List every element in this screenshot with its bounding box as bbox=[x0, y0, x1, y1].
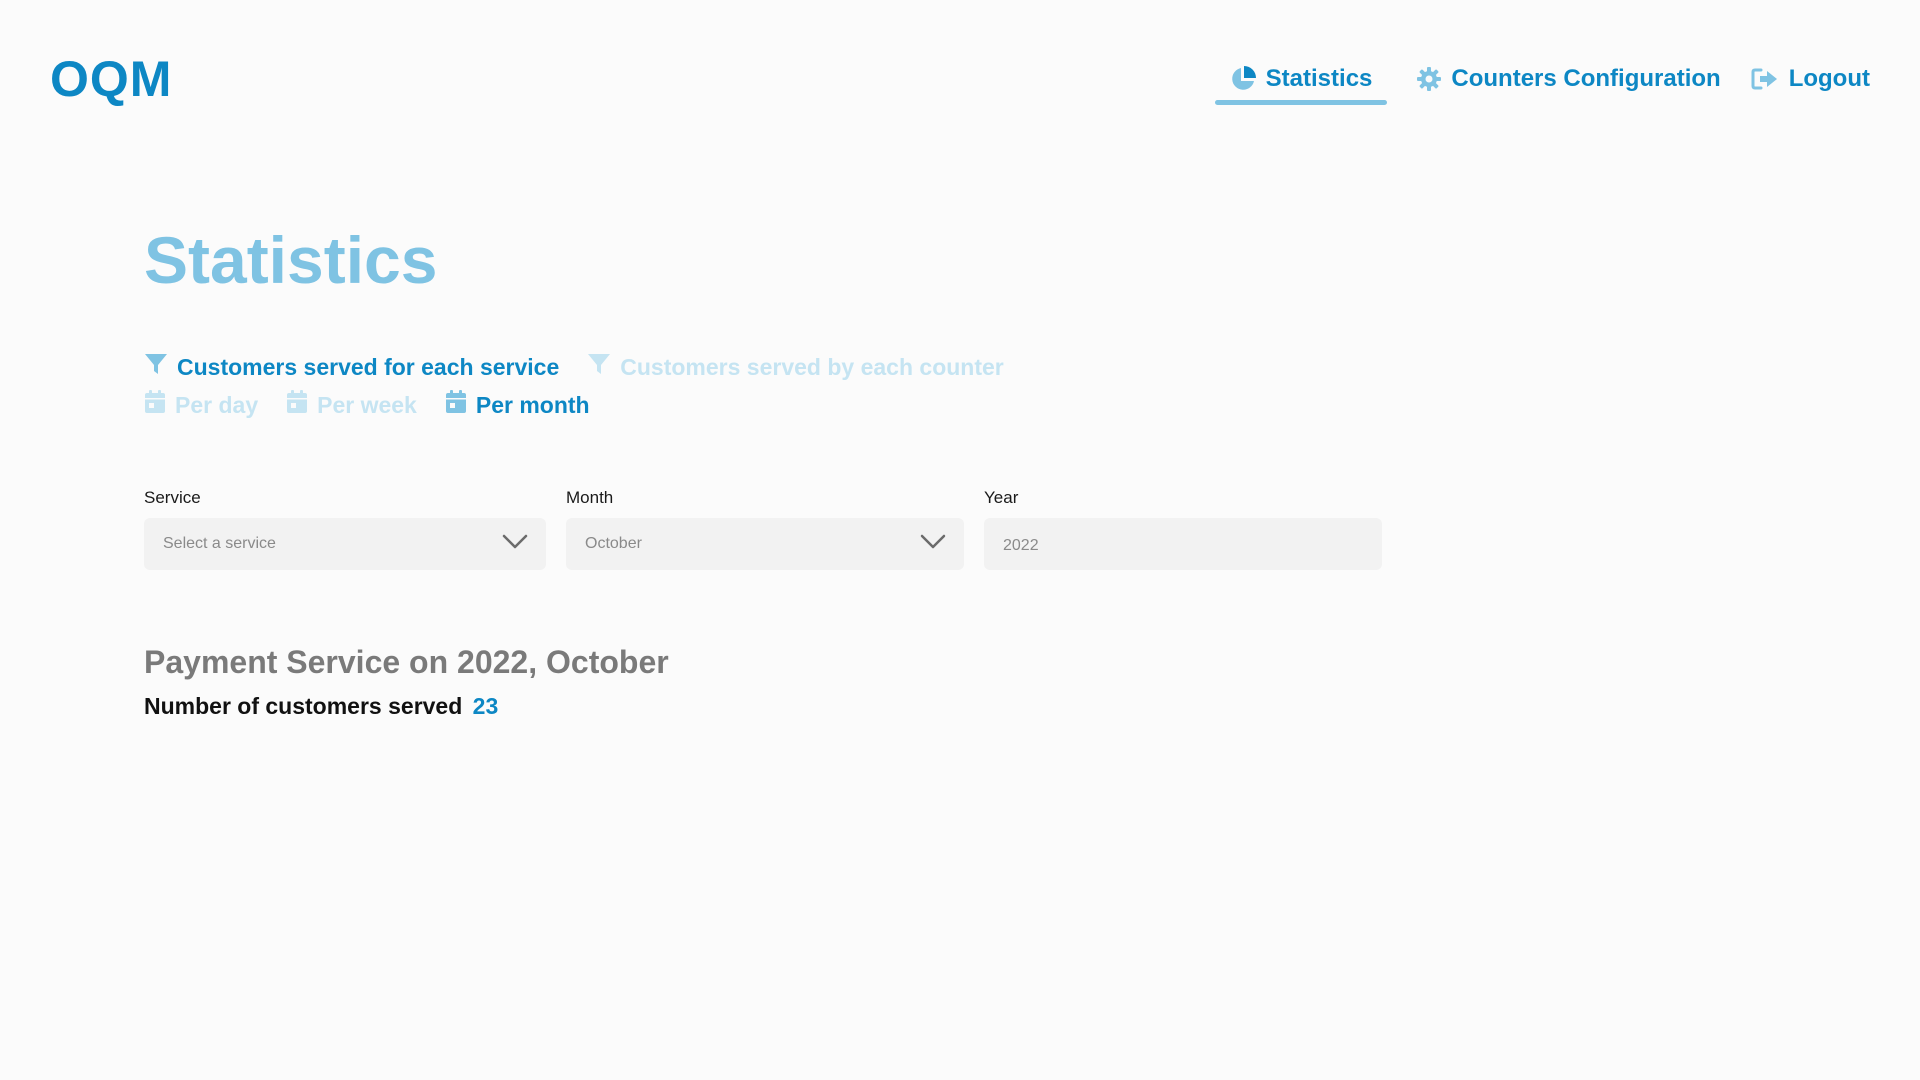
nav-statistics[interactable]: Statistics bbox=[1214, 60, 1388, 105]
tab-customers-by-counter-label: Customers served by each counter bbox=[620, 353, 1004, 380]
result-count-value: 23 bbox=[472, 693, 499, 719]
tab-per-day-label: Per day bbox=[175, 391, 259, 418]
year-input-value: 2022 bbox=[1003, 537, 1039, 554]
year-field: Year 2022 bbox=[984, 488, 1382, 570]
tab-per-month[interactable]: Per month bbox=[445, 388, 590, 422]
filter-icon bbox=[144, 352, 168, 382]
chevron-down-icon bbox=[502, 534, 528, 555]
tab-customers-by-service[interactable]: Customers served for each service bbox=[144, 350, 559, 384]
service-select-value: Select a service bbox=[163, 535, 276, 552]
service-select[interactable]: Select a service bbox=[144, 518, 546, 570]
nav-logout-label: Logout bbox=[1788, 65, 1870, 92]
app-logo[interactable]: OQM bbox=[50, 50, 172, 108]
calendar-icon bbox=[144, 390, 166, 420]
pie-chart-icon bbox=[1230, 66, 1256, 92]
gear-icon bbox=[1417, 67, 1442, 91]
page-title: Statistics bbox=[144, 223, 438, 297]
nav-counters-configuration[interactable]: Counters Configuration bbox=[1417, 60, 1721, 98]
calendar-icon bbox=[286, 390, 308, 420]
chevron-down-icon bbox=[920, 534, 946, 555]
tab-per-week-label: Per week bbox=[317, 391, 417, 418]
tab-per-day[interactable]: Per day bbox=[144, 388, 258, 422]
tab-per-week[interactable]: Per week bbox=[286, 388, 417, 422]
result-title: Payment Service on 2022, October bbox=[144, 644, 669, 680]
month-field: Month October bbox=[566, 488, 964, 570]
tab-per-month-label: Per month bbox=[475, 391, 590, 418]
nav-counters-label: Counters Configuration bbox=[1451, 65, 1721, 92]
nav-logout[interactable]: Logout bbox=[1751, 60, 1870, 98]
stat-type-tabs: Customers served for each service Custom… bbox=[144, 350, 1032, 384]
year-label: Year bbox=[984, 488, 1019, 507]
month-select-value: October bbox=[585, 535, 642, 552]
service-field: Service Select a service bbox=[144, 488, 546, 570]
service-label: Service bbox=[144, 488, 201, 507]
month-select[interactable]: October bbox=[566, 518, 964, 570]
calendar-icon bbox=[445, 390, 467, 420]
period-tabs: Per day Per week Per month bbox=[144, 388, 618, 422]
year-input[interactable]: 2022 bbox=[984, 518, 1382, 570]
result-count-label: Number of customers served bbox=[144, 693, 463, 719]
tab-customers-by-service-label: Customers served for each service bbox=[177, 353, 560, 380]
nav-statistics-label: Statistics bbox=[1265, 65, 1373, 92]
tab-customers-by-counter[interactable]: Customers served by each counter bbox=[587, 350, 1004, 384]
logout-icon bbox=[1751, 67, 1779, 91]
filter-icon bbox=[587, 352, 611, 382]
month-label: Month bbox=[566, 488, 614, 507]
result-summary: Number of customers served 23 bbox=[144, 690, 498, 722]
active-tab-underline bbox=[1214, 100, 1388, 105]
top-nav: Statistics Counters Configuration Logout bbox=[1185, 60, 1870, 105]
